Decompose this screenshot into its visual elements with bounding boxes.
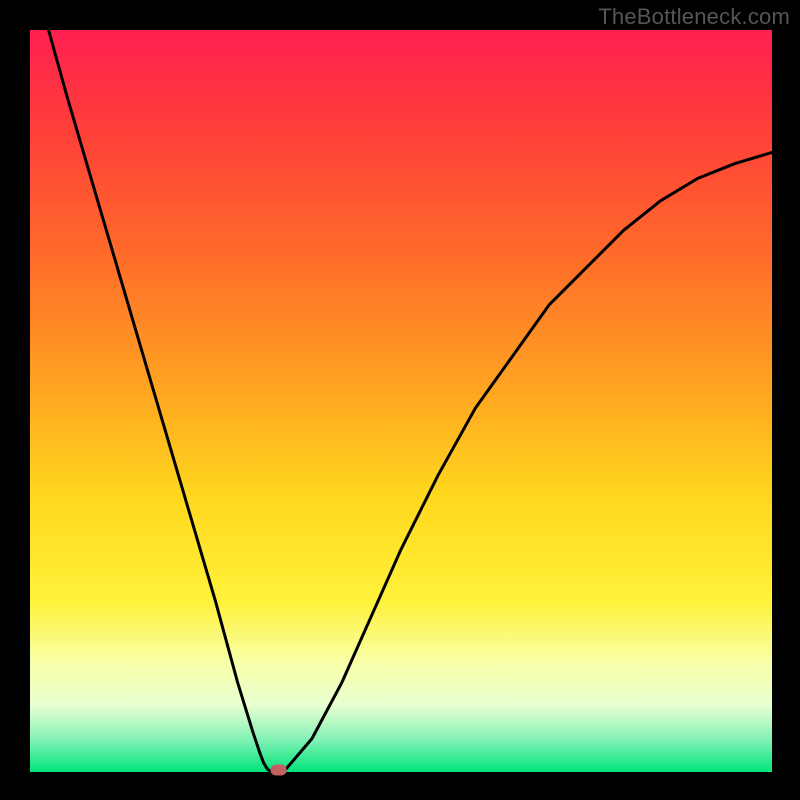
watermark-text: TheBottleneck.com: [598, 4, 790, 30]
chart-svg: [0, 0, 800, 800]
chart-container: TheBottleneck.com: [0, 0, 800, 800]
minimum-marker: [271, 765, 287, 776]
plot-background: [30, 30, 772, 772]
